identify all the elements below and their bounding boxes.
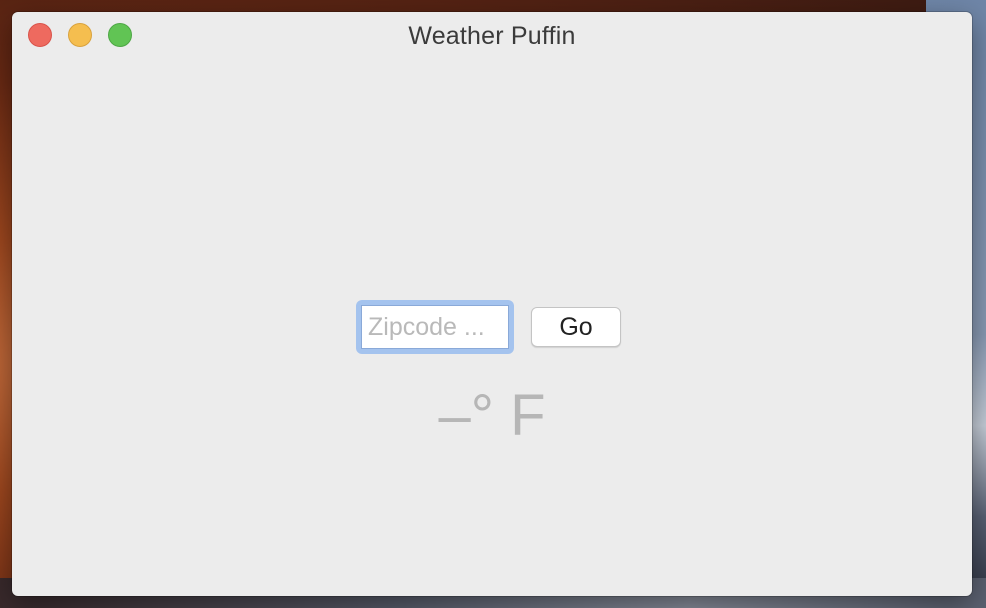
app-window: Weather Puffin Go –° F xyxy=(12,12,972,596)
titlebar[interactable]: Weather Puffin xyxy=(12,12,972,56)
window-title: Weather Puffin xyxy=(408,22,576,50)
zipcode-focus-ring xyxy=(356,300,514,354)
go-button[interactable]: Go xyxy=(531,307,621,347)
temperature-display: –° F xyxy=(438,383,546,448)
zipcode-input[interactable] xyxy=(361,305,509,349)
